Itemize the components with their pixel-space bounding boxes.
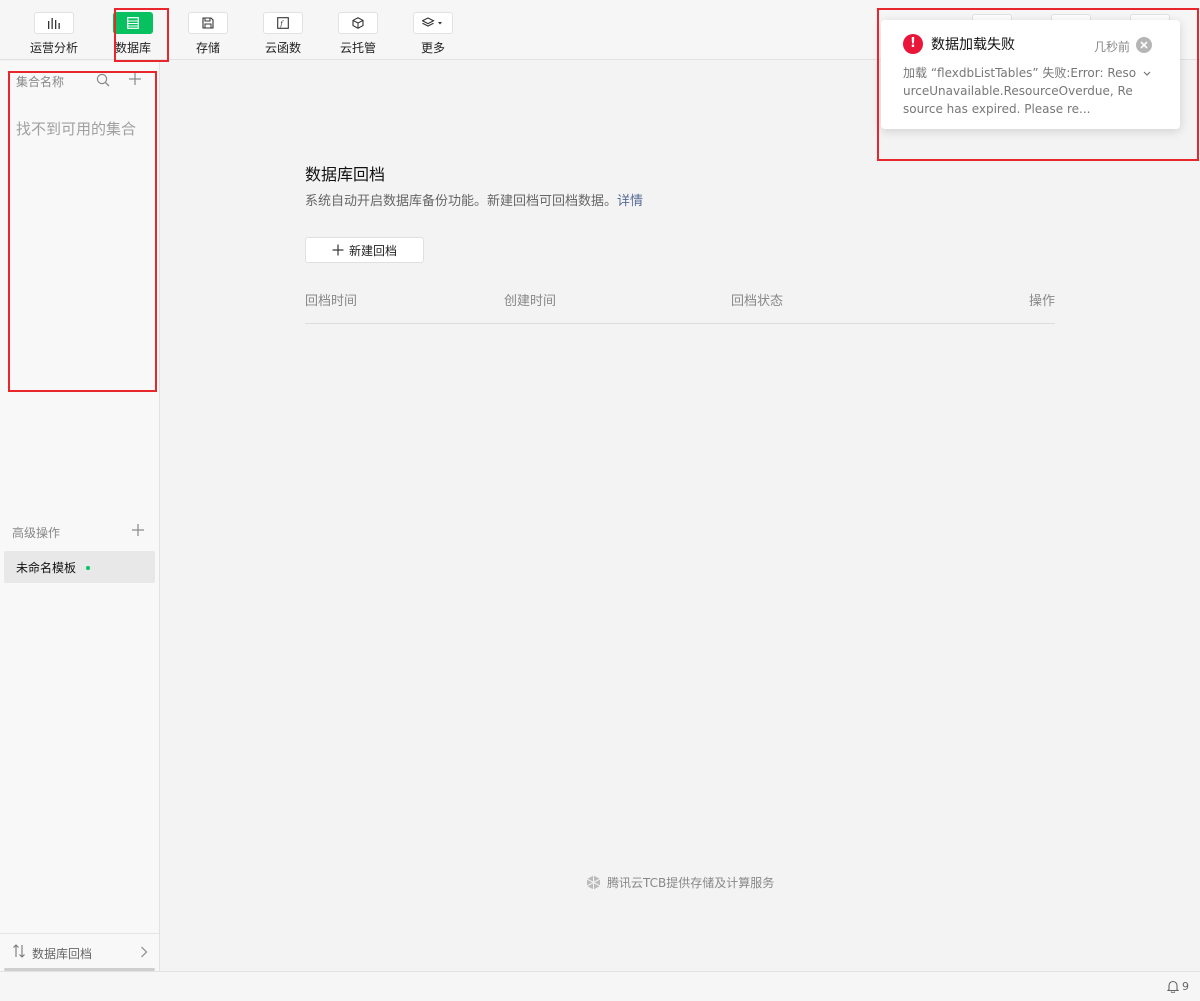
chevron-right-icon: [141, 946, 148, 958]
toolbar-label: 云托管: [339, 41, 376, 55]
toolbar-cloud-function[interactable]: f 云函数: [248, 12, 318, 58]
page-title: 数据库回档: [305, 165, 386, 184]
add-collection-button[interactable]: [128, 72, 142, 90]
plus-icon: [332, 244, 344, 256]
powered-by: 腾讯云TCB提供存储及计算服务: [586, 874, 774, 891]
collections-header: 集合名称: [16, 75, 65, 89]
error-notification: ! 数据加载失败 几秒前 加载 “flexdbListTables” 失败:Er…: [881, 20, 1180, 129]
toolbar-storage[interactable]: 存储: [173, 12, 243, 58]
sort-icon: [13, 944, 25, 958]
svg-text:f: f: [279, 20, 284, 28]
notification-message: 加载 “flexdbListTables” 失败:Error: Resource…: [903, 66, 1137, 116]
bell-icon: [1167, 980, 1179, 993]
details-link[interactable]: 详情: [617, 194, 643, 209]
template-item-label: 未命名模板: [16, 561, 77, 575]
toolbar-label: 运营分析: [29, 41, 78, 55]
notifications-button[interactable]: 9: [1167, 980, 1189, 993]
db-rollback-label: 数据库回档: [32, 947, 93, 961]
close-icon: [1140, 41, 1148, 49]
toolbar-label: 更多: [420, 41, 445, 55]
search-collection-button[interactable]: [96, 73, 110, 91]
search-icon: [96, 73, 110, 87]
toolbar-label: 存储: [195, 41, 220, 55]
tencent-cloud-logo-icon: [586, 875, 601, 890]
column-header: 回档时间: [305, 294, 358, 309]
error-icon: !: [903, 34, 923, 54]
bar-chart-icon: [48, 18, 60, 29]
toolbar-more[interactable]: 更多: [398, 12, 468, 58]
add-template-button[interactable]: [131, 523, 145, 541]
sidebar: 集合名称 找不到可用的集合 高级操作 未命名模板 数据库回档: [0, 61, 160, 971]
function-icon: f: [277, 17, 289, 29]
column-header: 回档状态: [731, 294, 784, 309]
toolbar-label: 云函数: [264, 41, 301, 55]
plus-icon: [132, 524, 144, 536]
db-rollback-link[interactable]: 数据库回档: [0, 933, 159, 971]
new-rollback-button[interactable]: 新建回档: [305, 237, 424, 263]
table-divider: [305, 323, 1055, 324]
new-rollback-label: 新建回档: [348, 243, 397, 258]
toolbar-database[interactable]: 数据库: [98, 12, 168, 58]
toolbar-cloud-hosting[interactable]: 云托管: [323, 12, 393, 58]
column-header: 操作: [1029, 294, 1056, 309]
layers-icon: [422, 17, 442, 27]
column-header: 创建时间: [504, 294, 557, 309]
powered-by-text: 腾讯云TCB提供存储及计算服务: [607, 876, 775, 890]
advanced-ops-header: 高级操作: [12, 526, 61, 540]
collections-empty-text: 找不到可用的集合: [16, 120, 137, 138]
chevron-down-icon: [1143, 71, 1151, 76]
notification-title: 数据加载失败: [931, 37, 1015, 53]
status-bar: 9: [0, 971, 1200, 1001]
template-item[interactable]: 未命名模板: [4, 551, 155, 583]
database-icon: [127, 17, 139, 29]
cube-icon: [352, 17, 364, 29]
description-text: 系统自动开启数据库备份功能。新建回档可回档数据。: [305, 194, 618, 209]
main-content: 数据库回档 系统自动开启数据库备份功能。新建回档可回档数据。详情 新建回档 回档…: [161, 61, 1200, 971]
status-dot: [86, 566, 90, 570]
toolbar-analytics[interactable]: 运营分析: [19, 12, 89, 58]
page-description: 系统自动开启数据库备份功能。新建回档可回档数据。详情: [305, 190, 643, 209]
close-notification-button[interactable]: [1136, 37, 1152, 53]
plus-icon: [129, 73, 141, 85]
notification-time: 几秒前: [1094, 40, 1131, 54]
expand-notification-button[interactable]: [1142, 67, 1152, 82]
notification-count: 9: [1182, 980, 1189, 993]
save-icon: [202, 17, 214, 29]
toolbar-label: 数据库: [114, 41, 151, 55]
